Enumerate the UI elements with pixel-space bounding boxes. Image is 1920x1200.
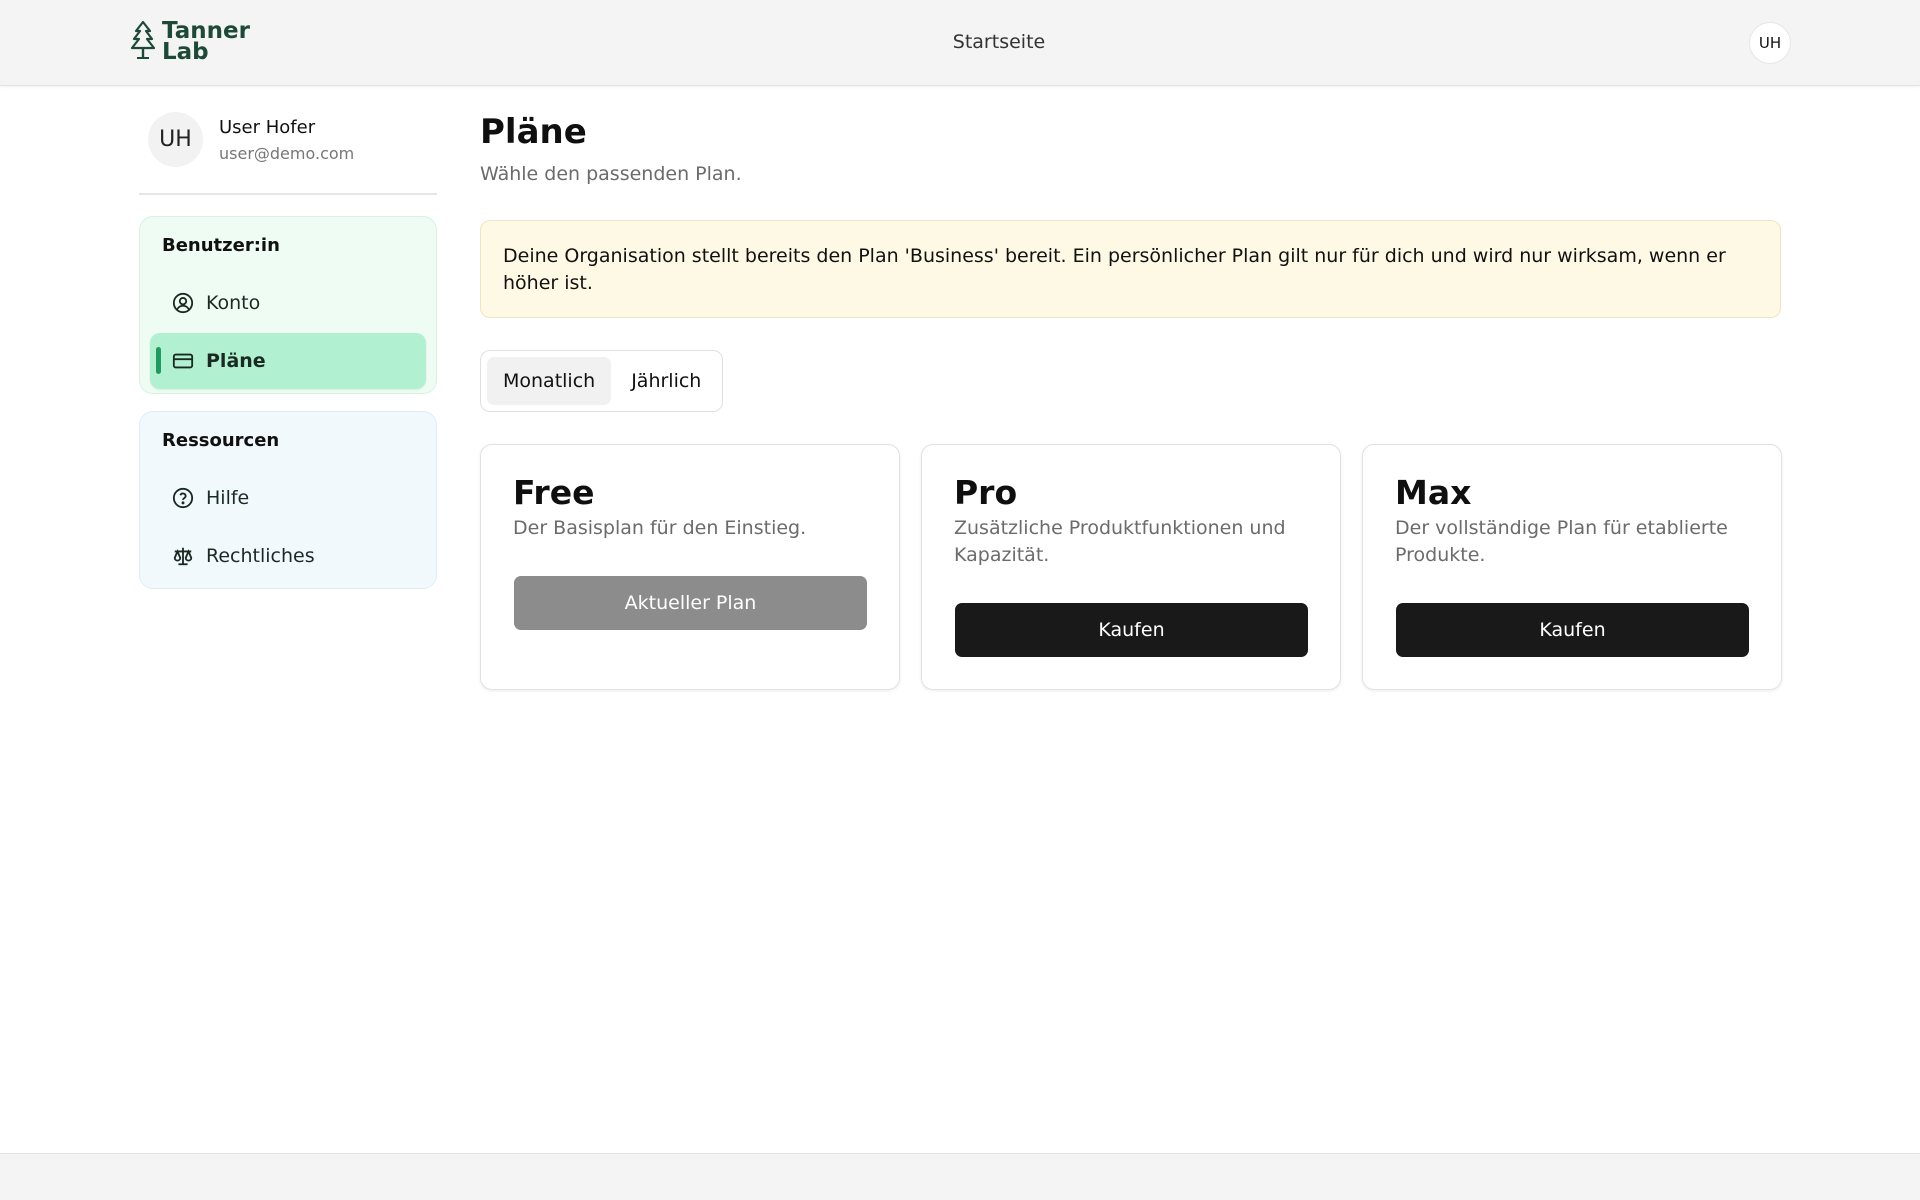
credit-card-icon	[172, 350, 194, 372]
billing-period-toggle: Monatlich Jährlich	[480, 350, 723, 412]
sidebar-item-label: Hilfe	[206, 487, 250, 509]
page-title: Pläne	[480, 112, 587, 152]
sidebar-item-plaene[interactable]: Pläne	[150, 333, 426, 389]
sidebar-item-label: Konto	[206, 292, 261, 314]
sidebar-group-user: Benutzer:in Konto Pläne	[139, 216, 437, 394]
current-plan-button[interactable]: Aktueller Plan	[514, 576, 867, 630]
header-avatar[interactable]: UH	[1749, 22, 1791, 64]
user-profile: UH User Hofer user@demo.com	[148, 112, 354, 167]
sidebar-item-hilfe[interactable]: Hilfe	[150, 470, 426, 526]
sidebar-item-label: Rechtliches	[206, 545, 315, 567]
plan-description: Der vollständige Plan für etablierte Pro…	[1395, 517, 1728, 566]
buy-pro-button[interactable]: Kaufen	[955, 603, 1308, 657]
footer	[0, 1153, 1920, 1200]
plan-name: Max	[1395, 473, 1472, 512]
plan-name: Pro	[954, 473, 1018, 512]
organization-plan-notice: Deine Organisation stellt bereits den Pl…	[480, 220, 1781, 318]
sidebar-group-title: Ressourcen	[162, 430, 280, 451]
plan-card-pro: Pro Zusätzliche Produktfunktionen und Ka…	[921, 444, 1341, 690]
sidebar-item-rechtliches[interactable]: Rechtliches	[150, 528, 426, 584]
sidebar-item-konto[interactable]: Konto	[150, 275, 426, 331]
toggle-yearly[interactable]: Jährlich	[615, 357, 717, 405]
plan-description: Zusätzliche Produktfunktionen und Kapazi…	[954, 517, 1286, 566]
help-circle-icon	[172, 487, 194, 509]
sidebar-group-title: Benutzer:in	[162, 235, 280, 256]
sidebar-divider	[139, 193, 437, 195]
scale-icon	[172, 545, 194, 567]
user-email: user@demo.com	[219, 143, 355, 163]
avatar: UH	[148, 112, 203, 167]
buy-max-button[interactable]: Kaufen	[1396, 603, 1749, 657]
nav-home-link[interactable]: Startseite	[953, 31, 1045, 53]
nav-home: Startseite	[0, 31, 1920, 53]
toggle-monthly[interactable]: Monatlich	[487, 357, 612, 405]
top-header: Tanner Lab Startseite UH	[0, 0, 1920, 86]
user-name: User Hofer	[219, 116, 316, 138]
plan-card-max: Max Der vollständige Plan für etablierte…	[1362, 444, 1782, 690]
sidebar-group-resources: Ressourcen Hilfe Rechtliches	[139, 411, 437, 589]
page-subtitle: Wähle den passenden Plan.	[480, 163, 742, 185]
sidebar-item-label: Pläne	[206, 350, 266, 372]
user-info: User Hofer user@demo.com	[219, 117, 354, 163]
plan-description: Der Basisplan für den Einstieg.	[513, 517, 807, 539]
user-circle-icon	[172, 292, 194, 314]
plan-card-free: Free Der Basisplan für den Einstieg. Akt…	[480, 444, 900, 690]
plan-name: Free	[513, 473, 595, 512]
